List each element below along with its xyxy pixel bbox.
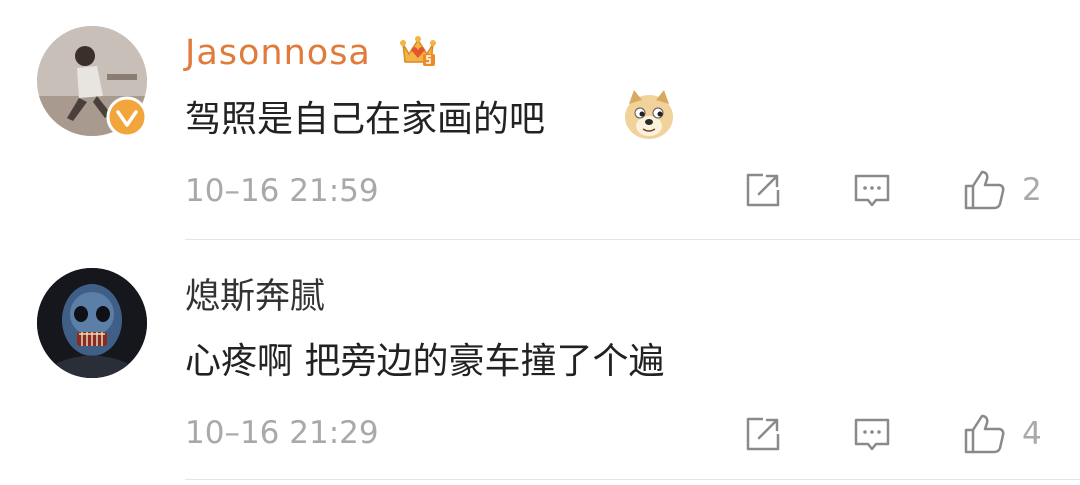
verified-badge-icon: [106, 96, 148, 138]
avatar[interactable]: [37, 268, 147, 378]
timestamp: 10–16 21:29: [185, 415, 379, 451]
reply-comment-icon[interactable]: [852, 414, 892, 454]
like-thumbs-up-icon[interactable]: [962, 168, 1006, 212]
crown-level-icon: [400, 36, 436, 66]
username[interactable]: Jasonnosa: [185, 33, 371, 73]
doge-emoji-icon: [625, 90, 673, 139]
like-thumbs-up-icon[interactable]: [962, 412, 1006, 456]
comment-text: 心疼啊 把旁边的豪车撞了个遍: [185, 341, 665, 382]
share-icon[interactable]: [743, 170, 783, 210]
share-icon[interactable]: [743, 414, 783, 454]
username[interactable]: 熄斯奔腻: [185, 277, 325, 317]
like-count: 4: [1022, 416, 1042, 452]
divider: [185, 479, 1080, 480]
comment-item: 熄斯奔腻 心疼啊 把旁边的豪车撞了个遍 10–16 21:29 4: [0, 240, 1080, 480]
comment-item: Jasonnosa 驾照是自己在家画的吧 10–16 21:59 2: [0, 0, 1080, 240]
like-count: 2: [1022, 172, 1042, 208]
timestamp: 10–16 21:59: [185, 173, 379, 209]
comment-text: 驾照是自己在家画的吧: [185, 99, 546, 140]
reply-comment-icon[interactable]: [852, 170, 892, 210]
